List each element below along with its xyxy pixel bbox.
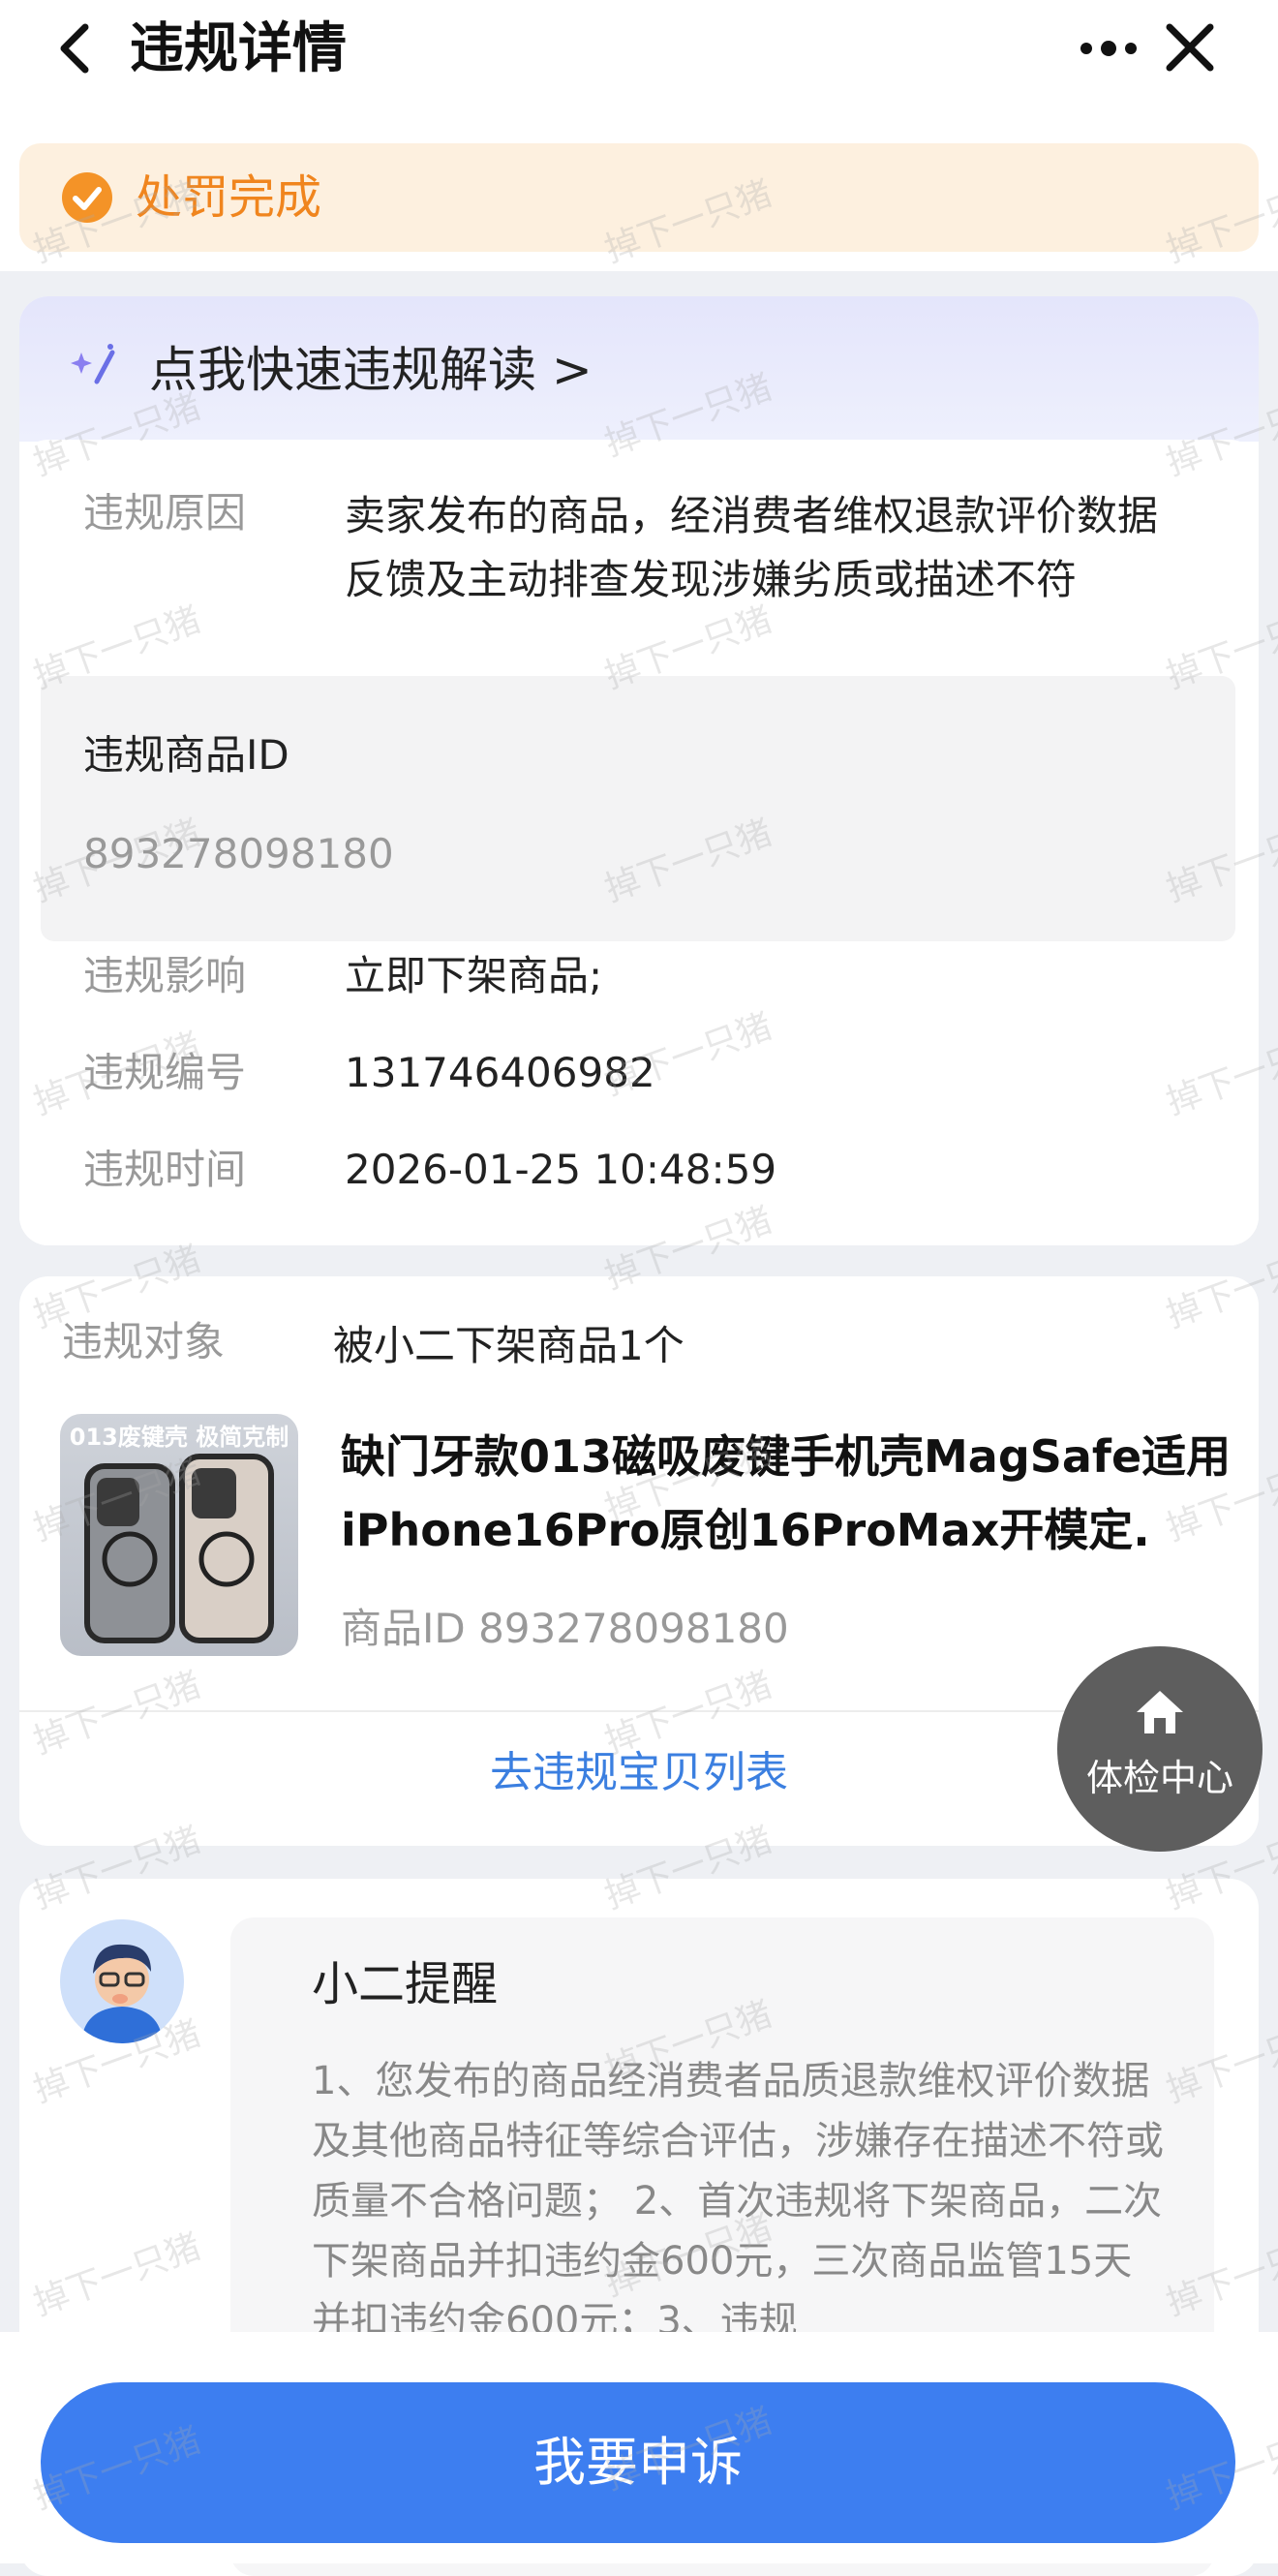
product-id-value: 893278098180 [83, 830, 394, 877]
appeal-button[interactable]: 我要申诉 [41, 2382, 1235, 2543]
impact-value: 立即下架商品; [345, 952, 603, 999]
number-label: 违规编号 [83, 1049, 247, 1096]
product-thumbnail[interactable]: 013废键壳 极简克制 [60, 1414, 298, 1656]
back-icon[interactable] [50, 17, 99, 79]
time-value: 2026-01-25 10:48:59 [345, 1146, 777, 1193]
impact-label: 违规影响 [83, 952, 247, 999]
quick-read-link[interactable]: 点我快速违规解读 > [149, 333, 593, 407]
status-text: 处罚完成 [136, 170, 322, 225]
health-center-button[interactable] [1057, 1646, 1263, 1852]
reminder-title: 小二提醒 [312, 1957, 499, 2011]
product-id-label: 违规商品ID [83, 731, 289, 779]
close-icon[interactable] [1160, 17, 1220, 77]
time-label: 违规时间 [83, 1146, 247, 1193]
thumbnail-caption: 013废键壳 极简克制 [69, 1424, 289, 1451]
reason-label: 违规原因 [83, 489, 247, 537]
product-id-text: 商品ID 893278098180 [341, 1605, 789, 1652]
target-value: 被小二下架商品1个 [333, 1322, 685, 1369]
page-title: 违规详情 [130, 17, 347, 80]
product-title[interactable]: 缺门牙款013磁吸废键手机壳MagSafe适用iPhone16Pro原创16Pr… [341, 1420, 1232, 1567]
check-circle-icon [62, 172, 112, 223]
target-label: 违规对象 [62, 1318, 226, 1365]
reason-value: 卖家发布的商品，经消费者维权退款评价数据反馈及主动排查发现涉嫌劣质或描述不符 [345, 492, 1159, 603]
product-id-box [41, 676, 1235, 941]
reminder-body: 1、您发布的商品经消费者品质退款维权评价数据及其他商品特征等综合评估，涉嫌存在描… [312, 2059, 1164, 2344]
home-icon [1133, 1685, 1187, 1739]
more-icon[interactable] [1075, 21, 1142, 76]
sparkle-icon [68, 339, 122, 393]
number-value: 131746406982 [345, 1049, 655, 1096]
avatar [60, 1919, 184, 2043]
health-center-label: 体检中心 [1085, 1757, 1233, 1799]
